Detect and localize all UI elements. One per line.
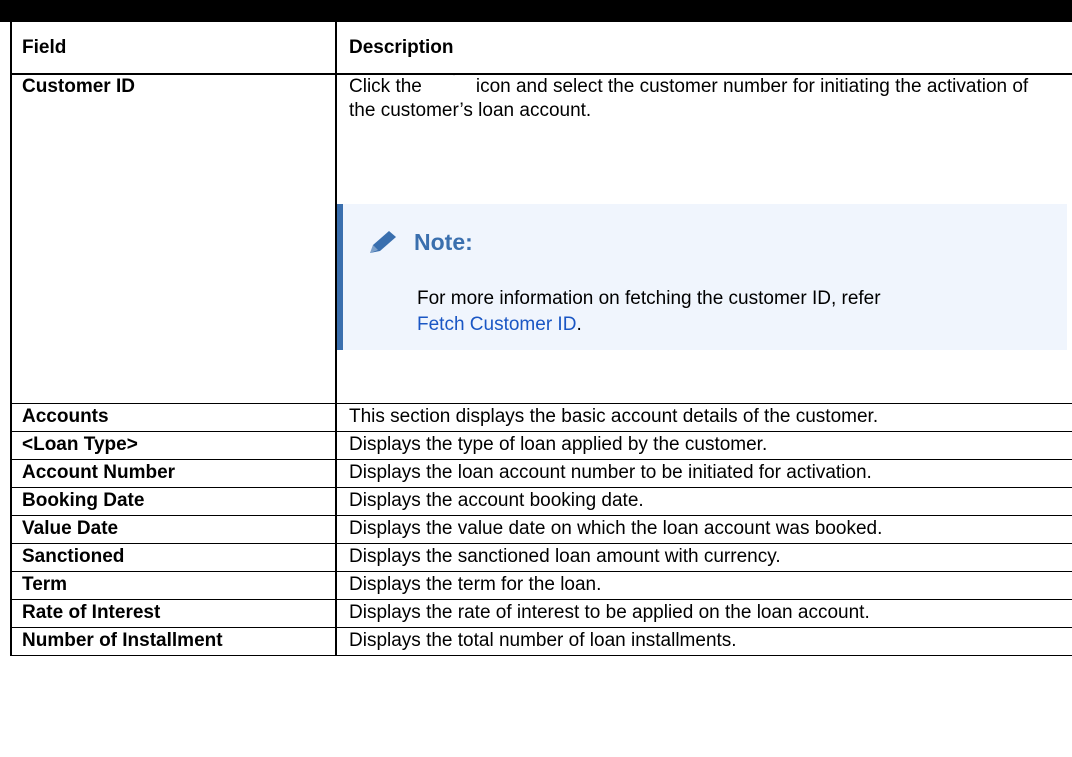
customer-id-description: Click the icon and select the customer nu… bbox=[349, 74, 1072, 123]
field-description: Displays the value date on which the loa… bbox=[335, 515, 1072, 544]
field-description: Click the icon and select the customer nu… bbox=[335, 73, 1072, 404]
note-text: For more information on fetching the cus… bbox=[417, 288, 881, 309]
fetch-customer-id-link[interactable]: Fetch Customer ID bbox=[417, 314, 576, 335]
field-description: Displays the type of loan applied by the… bbox=[335, 431, 1072, 460]
field-name: Account Number bbox=[10, 459, 337, 488]
field-name: <Loan Type> bbox=[10, 431, 337, 460]
table-row: Booking Date Displays the account booking… bbox=[10, 487, 1072, 516]
field-description: Displays the account booking date. bbox=[335, 487, 1072, 516]
search-icon bbox=[422, 74, 476, 99]
table-row: Rate of Interest Displays the rate of int… bbox=[10, 599, 1072, 628]
table-row: Accounts This section displays the basic … bbox=[10, 403, 1072, 432]
field-name: Number of Installment bbox=[10, 627, 337, 656]
field-name: Rate of Interest bbox=[10, 599, 337, 628]
field-description: Displays the sanctioned loan amount with… bbox=[335, 543, 1072, 572]
table-row: Sanctioned Displays the sanctioned loan a… bbox=[10, 543, 1072, 572]
field-column-header: Field bbox=[10, 21, 337, 75]
field-name: Value Date bbox=[10, 515, 337, 544]
note-body: For more information on fetching the cus… bbox=[417, 286, 1037, 338]
field-name: Term bbox=[10, 571, 337, 600]
field-description: Displays the total number of loan instal… bbox=[335, 627, 1072, 656]
field-description: Displays the rate of interest to be appl… bbox=[335, 599, 1072, 628]
note-period: . bbox=[576, 314, 582, 335]
field-name: Booking Date bbox=[10, 487, 337, 516]
field-description: Displays the term for the loan. bbox=[335, 571, 1072, 600]
description-text-start: Click the bbox=[349, 76, 422, 97]
table-row-customer-id: Customer ID Click the icon and select the… bbox=[10, 73, 1072, 404]
field-description: This section displays the basic account … bbox=[335, 403, 1072, 432]
field-name: Accounts bbox=[10, 403, 337, 432]
note-header: Note: bbox=[368, 230, 473, 254]
table-row: Term Displays the term for the loan. bbox=[10, 571, 1072, 600]
table-row: Value Date Displays the value date on whi… bbox=[10, 515, 1072, 544]
description-column-header: Description bbox=[335, 21, 1072, 75]
field-description-table: Field Description Customer ID Click the i… bbox=[10, 21, 1072, 656]
table-row: Account Number Displays the loan account … bbox=[10, 459, 1072, 488]
field-description: Displays the loan account number to be i… bbox=[335, 459, 1072, 488]
top-rule bbox=[0, 0, 1072, 22]
header-row: Field Description bbox=[10, 21, 1072, 75]
field-name: Sanctioned bbox=[10, 543, 337, 572]
note-title: Note: bbox=[414, 228, 473, 255]
field-rows: Accounts This section displays the basic … bbox=[10, 403, 1072, 656]
note-box: Note: For more information on fetching t… bbox=[338, 204, 1067, 350]
field-name: Customer ID bbox=[10, 73, 337, 404]
table-row: Number of Installment Displays the total … bbox=[10, 627, 1072, 656]
table-row: <Loan Type> Displays the type of loan app… bbox=[10, 431, 1072, 460]
pencil-icon bbox=[370, 231, 396, 253]
